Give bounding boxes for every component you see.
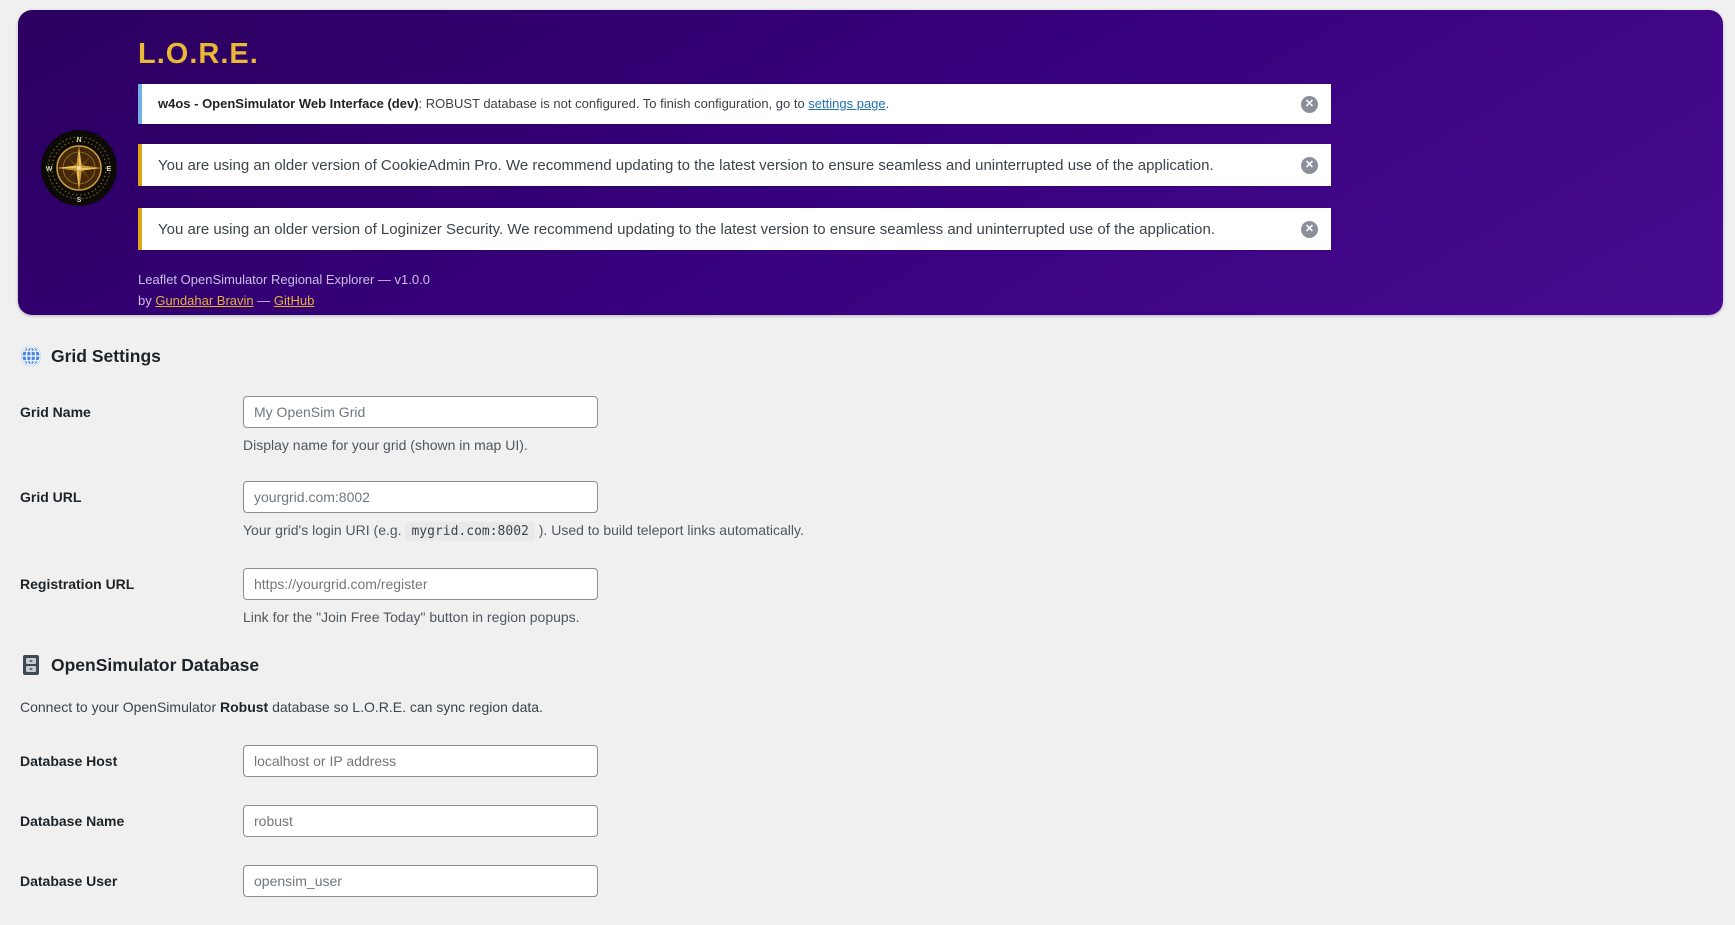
database-heading: OpenSimulator Database — [20, 653, 1420, 677]
grid-url-row: Grid URL Your grid's login URI (e.g. myg… — [20, 481, 1420, 541]
field-help: Link for the "Join Free Today" button in… — [243, 609, 580, 625]
settings-form: Grid Settings Grid Name Display name for… — [20, 344, 1420, 925]
dismiss-notice-icon[interactable]: ✕ — [1301, 95, 1318, 113]
registration-url-input[interactable] — [243, 568, 598, 600]
plugin-version-line: Leaflet OpenSimulator Regional Explorer … — [138, 272, 430, 287]
svg-text:N: N — [76, 137, 81, 144]
field-label: Database Host — [20, 753, 118, 769]
field-label: Registration URL — [20, 576, 135, 592]
grid-name-row: Grid Name Display name for your grid (sh… — [20, 396, 1420, 454]
field-label: Database Name — [20, 813, 125, 829]
dismiss-notice-icon[interactable]: ✕ — [1301, 220, 1318, 238]
field-label: Database User — [20, 873, 118, 889]
database-name-row: Database Name — [20, 805, 1420, 837]
github-link[interactable]: GitHub — [274, 293, 314, 308]
admin-notice-w4os: w4os - OpenSimulator Web Interface (dev)… — [138, 84, 1331, 124]
database-description: Connect to your OpenSimulator Robust dat… — [20, 699, 543, 715]
field-label: Grid Name — [20, 404, 91, 420]
database-name-input[interactable] — [243, 805, 598, 837]
notice-text: You are using an older version of Logini… — [158, 220, 1216, 238]
notice-plugin-name: w4os - OpenSimulator Web Interface (dev) — [158, 95, 419, 111]
plugin-byline: by Gundahar Bravin — GitHub — [138, 293, 315, 308]
grid-name-input[interactable] — [243, 396, 598, 428]
settings-page-link[interactable]: settings page — [808, 96, 885, 111]
notice-text: w4os - OpenSimulator Web Interface (dev)… — [158, 95, 890, 111]
database-user-input[interactable] — [243, 865, 598, 897]
grid-settings-heading: Grid Settings — [20, 344, 1420, 368]
dismiss-notice-icon[interactable]: ✕ — [1301, 156, 1318, 174]
author-link[interactable]: Gundahar Bravin — [155, 293, 253, 308]
notice-text: You are using an older version of Cookie… — [158, 156, 1214, 174]
database-host-input[interactable] — [243, 745, 598, 777]
plugin-header-banner: N E S W L.O.R.E. w4os - OpenSimulator Web … — [18, 10, 1723, 315]
admin-notice-loginizer: You are using an older version of Logini… — [138, 208, 1331, 250]
globe-icon — [21, 346, 41, 366]
svg-text:W: W — [46, 166, 53, 173]
field-help: Your grid's login URI (e.g. mygrid.com:8… — [243, 522, 804, 541]
database-user-row: Database User — [20, 865, 1420, 897]
admin-notice-cookieadmin: You are using an older version of Cookie… — [138, 144, 1331, 186]
svg-text:S: S — [77, 197, 82, 204]
example-code: mygrid.com:8002 — [405, 522, 535, 541]
compass-logo-icon: N E S W — [41, 130, 117, 206]
database-host-row: Database Host — [20, 745, 1420, 777]
registration-url-row: Registration URL Link for the "Join Free… — [20, 568, 1420, 626]
grid-url-input[interactable] — [243, 481, 598, 513]
field-label: Grid URL — [20, 489, 82, 505]
page-title: L.O.R.E. — [138, 38, 259, 70]
file-cabinet-icon — [23, 655, 39, 675]
svg-text:E: E — [107, 166, 112, 173]
field-help: Display name for your grid (shown in map… — [243, 437, 528, 453]
